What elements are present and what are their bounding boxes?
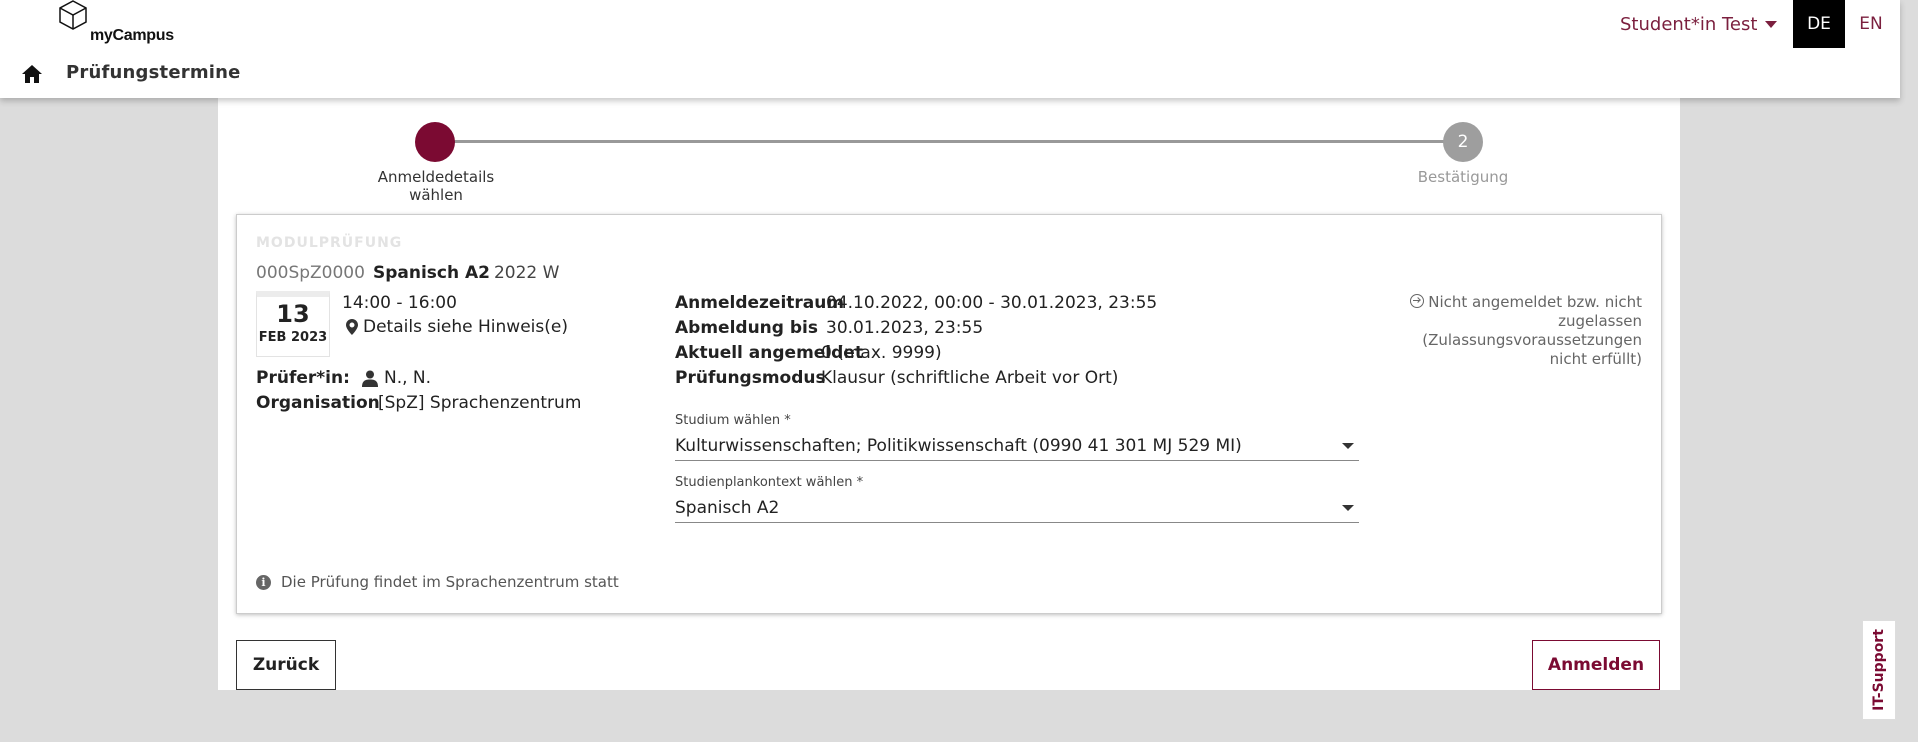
exam-location-text: Details siehe Hinweis(e) <box>363 317 568 337</box>
registered-count-value: 0 (max. 9999) <box>821 343 942 363</box>
mycampus-logo[interactable]: myCampus <box>58 0 178 48</box>
deregistration-value: 30.01.2023, 23:55 <box>826 318 984 338</box>
step-2-label: Bestätigung <box>1417 168 1509 186</box>
examiner-label: Prüfer*in: <box>256 368 350 388</box>
register-button[interactable]: Anmelden <box>1532 640 1660 690</box>
exam-mode-value: Klausur (schriftliche Arbeit vor Ort) <box>821 368 1119 388</box>
arrow-circle-right-icon <box>1410 294 1425 308</box>
stepper-line <box>454 140 1454 143</box>
registration-period-row: Anmeldezeitraum 04.10.2022, 00:00 - 30.0… <box>675 293 1157 313</box>
registration-status: Nicht angemeldet bzw. nicht zugelassen (… <box>1397 293 1642 369</box>
exam-date-month: FEB 2023 <box>258 330 328 345</box>
organisation-label: Organisation <box>256 393 380 413</box>
study-select[interactable]: Kulturwissenschaften; Politikwissenschaf… <box>675 431 1359 461</box>
user-menu-label: Student*in Test <box>1620 14 1758 35</box>
registration-status-text: Nicht angemeldet bzw. nicht zugelassen (… <box>1422 293 1642 368</box>
examiner-name: N., N. <box>384 368 432 388</box>
exam-note: i Die Prüfung findet im Sprachenzentrum … <box>256 573 619 591</box>
context-select-label: Studienplankontext wählen * <box>675 475 864 490</box>
main-panel: 2 Anmeldedetails wählen Bestätigung MODU… <box>218 98 1680 690</box>
deregistration-label: Abmeldung bis <box>675 318 818 338</box>
exam-card: MODULPRÜFUNG 000SpZ0000 Spanisch A2 2022… <box>236 214 1662 614</box>
exam-location: Details siehe Hinweis(e) <box>346 317 568 337</box>
top-header: myCampus Prüfungstermine Student*in Test… <box>0 0 1900 98</box>
registration-period-label: Anmeldezeitraum <box>675 293 845 313</box>
exam-note-text: Die Prüfung findet im Sprachenzentrum st… <box>281 573 619 591</box>
examiner-value: N., N. <box>362 368 431 388</box>
exam-code: 000SpZ0000 <box>256 263 365 283</box>
exam-date-day: 13 <box>276 300 310 328</box>
study-select-value: Kulturwissenschaften; Politikwissenschaf… <box>675 435 1242 456</box>
user-menu-dropdown[interactable]: Student*in Test <box>1620 14 1778 35</box>
context-select-value: Spanisch A2 <box>675 497 780 518</box>
home-icon[interactable] <box>21 64 43 84</box>
exam-type-kicker: MODULPRÜFUNG <box>256 235 403 251</box>
organisation-value: [SpZ] Sprachenzentrum <box>378 393 582 413</box>
it-support-label: IT-Support <box>1871 629 1888 711</box>
exam-time: 14:00 - 16:00 <box>342 293 457 313</box>
logo-text: myCampus <box>90 27 174 44</box>
language-de-button[interactable]: DE <box>1793 0 1845 48</box>
back-button[interactable]: Zurück <box>236 640 336 690</box>
study-select-label: Studium wählen * <box>675 413 791 428</box>
study-plan-context-select[interactable]: Spanisch A2 <box>675 493 1359 523</box>
language-en-button[interactable]: EN <box>1845 0 1897 48</box>
deregistration-row: Abmeldung bis 30.01.2023, 23:55 <box>675 318 983 338</box>
exam-mode-row: Prüfungsmodus Klausur (schriftliche Arbe… <box>675 368 1118 388</box>
cube-logo-icon <box>59 0 87 30</box>
it-support-tab[interactable]: IT-Support <box>1862 620 1896 720</box>
caret-down-icon <box>1342 442 1354 449</box>
registration-period-value: 04.10.2022, 00:00 - 30.01.2023, 23:55 <box>826 293 1158 313</box>
exam-term: 2022 W <box>493 263 560 283</box>
caret-down-icon <box>1765 21 1778 28</box>
exam-date-box: 13 FEB 2023 <box>256 291 330 357</box>
page-title: Prüfungstermine <box>66 62 241 83</box>
exam-mode-label: Prüfungsmodus <box>675 368 826 388</box>
registered-count-row: Aktuell angemeldet 0 (max. 9999) <box>675 343 942 363</box>
exam-course: Spanisch A2 <box>372 263 490 283</box>
map-pin-icon <box>346 319 358 335</box>
person-icon <box>362 370 378 387</box>
step-1-label: Anmeldedetails wählen <box>377 168 495 204</box>
caret-down-icon <box>1342 504 1354 511</box>
step-1-indicator <box>415 122 455 162</box>
step-2-indicator: 2 <box>1443 122 1483 162</box>
exam-title: 000SpZ0000 Spanisch A2 2022 W <box>256 263 559 283</box>
info-icon: i <box>256 574 271 590</box>
